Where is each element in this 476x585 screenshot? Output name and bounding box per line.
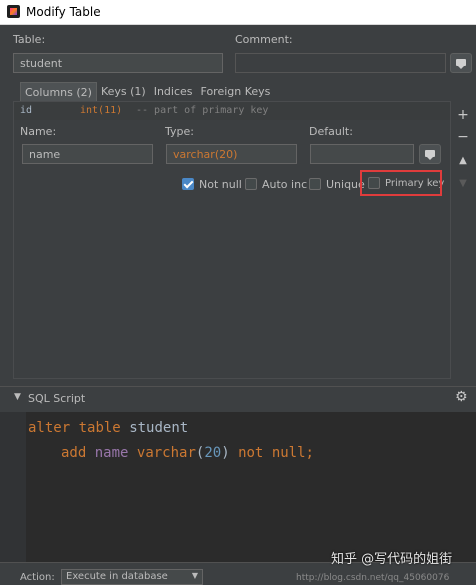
column-row-comment: -- part of primary key <box>136 105 269 116</box>
comment-field[interactable] <box>235 53 446 73</box>
tab-bar: Columns (2) Keys (1) Indices Foreign Keys <box>20 82 274 101</box>
table-name-field[interactable]: student <box>13 53 223 73</box>
remove-column-button[interactable]: − <box>456 130 470 144</box>
add-column-button[interactable]: + <box>456 108 470 122</box>
not-null-checkbox[interactable] <box>182 178 194 190</box>
app-icon <box>7 5 20 18</box>
sql-line-1: alter table student <box>28 420 189 436</box>
chevron-down-icon: ▼ <box>191 571 198 580</box>
unique-checkbox[interactable] <box>309 178 321 190</box>
tab-columns[interactable]: Columns (2) <box>20 82 97 101</box>
column-type-field[interactable]: varchar(20) <box>166 144 297 164</box>
action-select[interactable]: Execute in database ▼ <box>61 569 203 585</box>
primary-key-highlight-box <box>360 170 442 196</box>
comment-expand-button[interactable] <box>450 53 472 73</box>
default-label: Default: <box>309 125 353 138</box>
collapse-arrow-icon[interactable]: ▼ <box>14 392 21 402</box>
sql-line-2: add name varchar(20) not null; <box>61 445 314 461</box>
column-list-row[interactable]: id int(11) -- part of primary key <box>14 102 450 120</box>
column-row-name: id <box>20 105 33 116</box>
sql-script-title: SQL Script <box>28 392 86 405</box>
gear-icon[interactable]: ⚙ <box>455 389 468 405</box>
auto-inc-label: Auto inc <box>262 178 308 191</box>
not-null-label: Not null <box>199 178 242 191</box>
column-default-field[interactable] <box>310 144 414 164</box>
window-title: Modify Table <box>26 5 101 19</box>
watermark: 知乎 @写代码的姐街 <box>331 552 453 567</box>
name-label: Name: <box>20 125 57 138</box>
tab-indices[interactable]: Indices <box>150 82 197 101</box>
auto-inc-checkbox[interactable] <box>245 178 257 190</box>
type-label: Type: <box>165 125 194 138</box>
sql-editor[interactable]: alter table student add name varchar(20)… <box>0 412 476 562</box>
editor-gutter <box>0 412 26 562</box>
default-expand-button[interactable] <box>419 144 441 164</box>
tab-foreign-keys[interactable]: Foreign Keys <box>197 82 275 101</box>
action-select-value: Execute in database <box>66 571 168 582</box>
move-up-button[interactable]: ▲ <box>456 154 470 168</box>
table-label: Table: <box>13 33 46 46</box>
unique-label: Unique <box>326 178 365 191</box>
column-name-field[interactable]: name <box>22 144 153 164</box>
speech-bubble-icon <box>456 59 466 69</box>
speech-bubble-icon <box>425 150 435 160</box>
action-label: Action: <box>20 572 55 583</box>
column-row-type: int(11) <box>80 105 123 116</box>
footer-truncated-text: http://blog.csdn.net/qq_45060076 <box>296 573 450 583</box>
comment-label: Comment: <box>235 33 293 46</box>
move-down-button[interactable]: ▼ <box>456 177 470 191</box>
sql-script-header: ▼ SQL Script ⚙ <box>0 386 476 409</box>
columns-panel <box>13 101 451 379</box>
title-bar: Modify Table <box>0 0 476 25</box>
tab-keys[interactable]: Keys (1) <box>97 82 150 101</box>
